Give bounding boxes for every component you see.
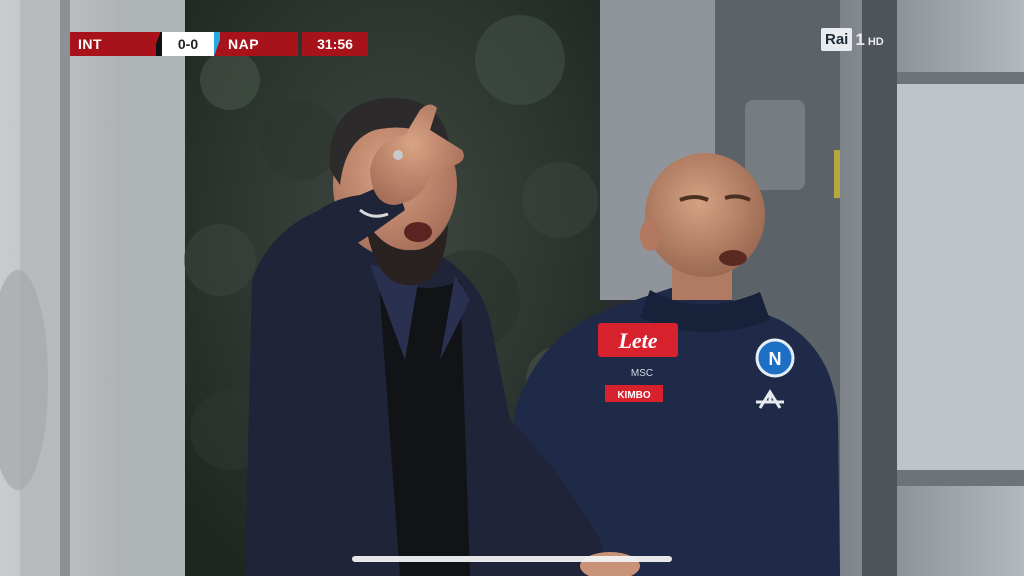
home-indicator[interactable]: [352, 556, 672, 562]
staff-head: [645, 153, 765, 277]
away-team-name: NAP: [220, 32, 298, 56]
home-team-name: INT: [70, 32, 156, 56]
rai-logo-box: Rai: [821, 28, 853, 51]
scorebug: INT 0-0 NAP 31:56: [70, 32, 368, 56]
napoli-badge-letter: N: [769, 349, 782, 369]
rai1-hd-logo: Rai 1 HD: [821, 28, 884, 51]
right-window-bar: [885, 72, 1024, 84]
left-column: [120, 0, 185, 576]
coach-mouth: [404, 222, 432, 242]
broadcast-scene: Lete MSC KIMBO N: [0, 0, 1024, 576]
right-post: [862, 0, 897, 576]
msc-tag: MSC: [631, 368, 653, 379]
rai-hd-label: HD: [867, 36, 884, 48]
sponsor-text: Lete: [617, 328, 657, 353]
rai-channel-number: 1: [855, 30, 865, 49]
right-window: [895, 80, 1024, 480]
video-frame: Lete MSC KIMBO N INT 0-0 NAP 31:56 Rai 1…: [0, 0, 1024, 576]
match-clock: 31:56: [302, 32, 368, 56]
coach-ring: [393, 150, 403, 160]
kimbo-tag: KIMBO: [617, 390, 651, 401]
match-score: 0-0: [162, 32, 214, 56]
staff-mouth: [719, 250, 747, 266]
staff-ear: [640, 219, 660, 251]
right-window-bar-lower: [885, 470, 1024, 486]
left-pillar-shadow: [60, 0, 70, 576]
door-panel: [745, 100, 805, 190]
